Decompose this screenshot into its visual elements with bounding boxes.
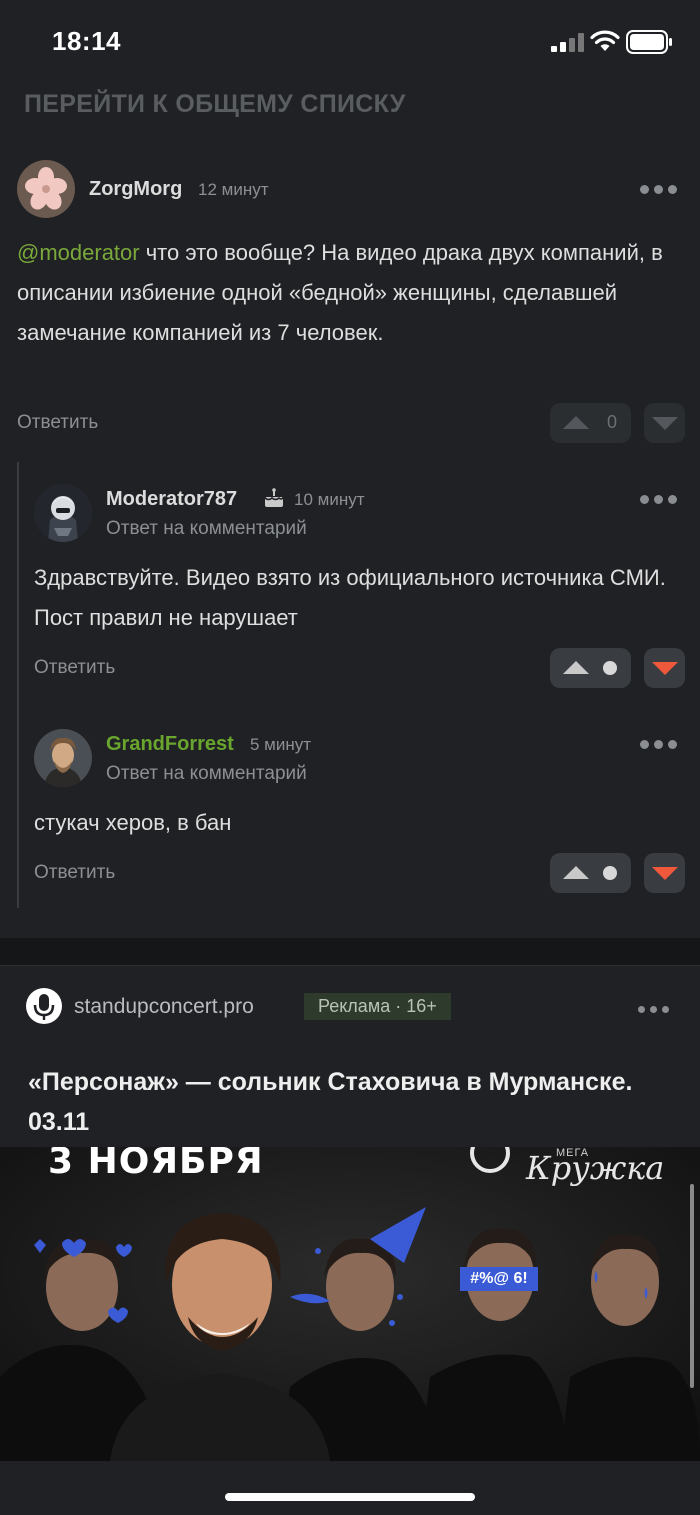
portrait-avatar-icon: [34, 729, 92, 787]
reply-button[interactable]: Ответить: [34, 657, 115, 679]
scrollbar[interactable]: [690, 1184, 694, 1388]
reply-to-label[interactable]: Ответ на комментарий: [106, 518, 307, 540]
avatar[interactable]: [34, 484, 92, 542]
comment-text: Здравствуйте. Видео взято из официальног…: [34, 565, 666, 630]
ad-badge: Реклама · 16+: [304, 993, 451, 1020]
more-dots-icon[interactable]: [638, 182, 678, 196]
status-bar: 18:14: [0, 0, 700, 80]
upvote-button[interactable]: 0: [550, 403, 631, 443]
cake-icon: [264, 488, 284, 507]
upvote-arrow-icon: [563, 866, 589, 879]
upvote-arrow-icon: [563, 416, 589, 429]
comment-author[interactable]: ZorgMorg: [89, 178, 182, 201]
avatar[interactable]: [34, 729, 92, 787]
ad-title[interactable]: «Персонаж» — сольник Стаховича в Мурманс…: [28, 1062, 668, 1142]
knight-avatar-icon: [34, 484, 92, 542]
reply-button[interactable]: Ответить: [34, 862, 115, 884]
home-indicator[interactable]: [225, 1493, 475, 1501]
more-dots-icon[interactable]: [638, 737, 678, 751]
more-dots-icon[interactable]: [638, 492, 678, 506]
comment-text: @moderator что это вообще? На видео драк…: [17, 233, 677, 353]
comment-time: 10 минут: [294, 490, 365, 509]
mention-link[interactable]: @moderator: [17, 240, 140, 265]
downvote-button[interactable]: [644, 648, 685, 688]
banner-date: 3 НОЯБРЯ: [48, 1147, 264, 1182]
more-dots-icon[interactable]: [636, 1003, 676, 1017]
downvote-arrow-icon: [652, 662, 678, 675]
comment-author[interactable]: Moderator787: [106, 488, 237, 511]
signal-icon: [551, 32, 585, 52]
thread-line: [17, 462, 19, 908]
downvote-arrow-icon: [652, 867, 678, 880]
banner-artwork: [0, 1147, 700, 1461]
reply-button[interactable]: Ответить: [17, 412, 98, 434]
home-bar-area: [0, 1461, 700, 1515]
flower-avatar-icon: [17, 160, 75, 218]
microphone-icon[interactable]: [26, 988, 62, 1024]
comment-text: стукач херов, в бан: [34, 810, 232, 835]
reply-to-label[interactable]: Ответ на комментарий: [106, 763, 307, 785]
avatar[interactable]: [17, 160, 75, 218]
section-divider: [0, 938, 700, 966]
downvote-button[interactable]: [644, 853, 685, 893]
battery-icon: [626, 30, 672, 54]
comment-time: 5 минут: [250, 735, 312, 754]
upvote-button[interactable]: [550, 853, 631, 893]
wifi-icon: [590, 30, 620, 51]
comment-time: 12 минут: [198, 180, 269, 199]
status-time: 18:14: [52, 26, 121, 56]
back-to-list-link[interactable]: ПЕРЕЙТИ К ОБЩЕМУ СПИСКУ: [24, 90, 406, 119]
upvote-arrow-icon: [563, 661, 589, 674]
banner-tag: #%@ 6!: [460, 1267, 538, 1291]
downvote-button[interactable]: [644, 403, 685, 443]
comment-author[interactable]: GrandForrest: [106, 733, 234, 756]
ad-banner-image[interactable]: 3 НОЯБРЯ МЕГА Кружка #%@ 6!: [0, 1147, 700, 1461]
ad-domain[interactable]: standupconcert.pro: [74, 995, 254, 1019]
banner-brand: Кружка: [526, 1149, 665, 1187]
rating-count: 0: [606, 412, 617, 432]
downvote-arrow-icon: [652, 417, 678, 430]
rating-hidden-dot: [603, 661, 617, 675]
upvote-button[interactable]: [550, 648, 631, 688]
rating-hidden-dot: [603, 866, 617, 880]
